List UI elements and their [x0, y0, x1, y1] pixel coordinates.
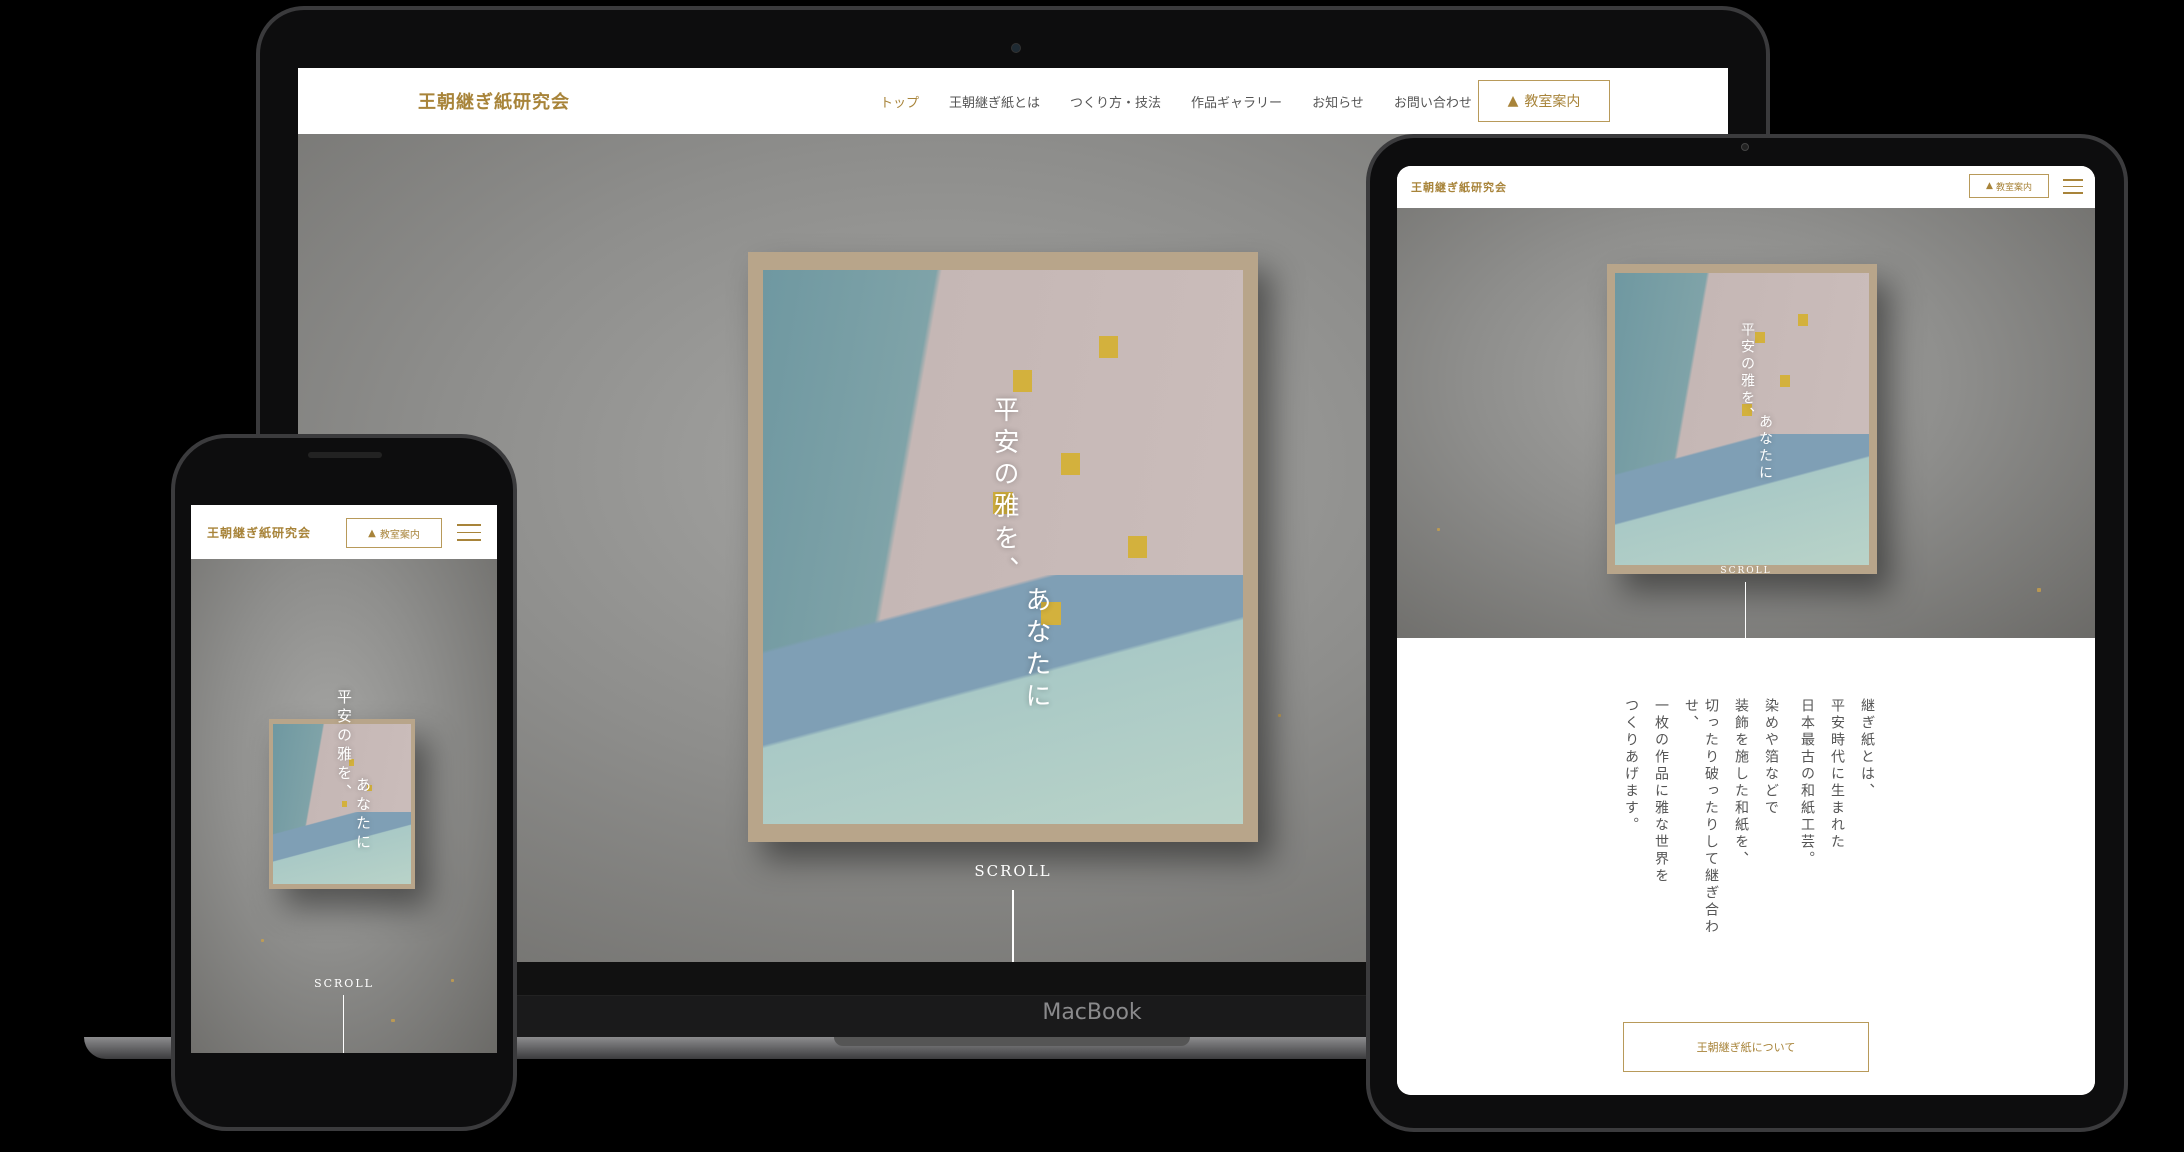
tablet-classroom-button[interactable]: ▲ 教室案内: [1969, 174, 2049, 198]
about-line-7: 一枚の作品に雅な世界を: [1653, 698, 1669, 885]
laptop-opening-notch: [834, 1037, 1190, 1046]
about-more-button-label: 王朝継ぎ紙について: [1696, 1041, 1796, 1054]
tablet-hero-section: 平安の雅を、 あなたに SCROLL: [1397, 208, 2095, 638]
building-icon: ▲: [1507, 93, 1519, 109]
phone-screen: 王朝継ぎ紙研究会 ▲ 教室案内 平安の雅を、 あなたに SCROLL: [191, 505, 497, 1053]
about-text: 継ぎ紙とは、 平安時代に生まれた 日本最古の和紙工芸。 染めや箔などで 装飾を施…: [1617, 698, 1877, 958]
site-logo[interactable]: 王朝継ぎ紙研究会: [418, 88, 570, 114]
about-more-button[interactable]: 王朝継ぎ紙について: [1623, 1022, 1869, 1072]
phone-scroll-indicator-line: [343, 995, 344, 1053]
phone-classroom-button-label: 教室案内: [379, 529, 420, 541]
laptop-camera: [1011, 43, 1021, 53]
tablet-classroom-button-label: 教室案内: [1995, 182, 2032, 193]
about-line-5: 装飾を施した和紙を、: [1733, 698, 1749, 868]
phone-site-logo[interactable]: 王朝継ぎ紙研究会: [207, 524, 311, 541]
about-line-3: 日本最古の和紙工芸。: [1799, 698, 1815, 868]
tablet-scroll-indicator-line: [1745, 582, 1746, 638]
nav-item-technique[interactable]: つくり方・技法: [1070, 92, 1161, 111]
phone-building-icon: ▲: [368, 527, 376, 539]
phone-hero-section: 平安の雅を、 あなたに SCROLL: [191, 559, 497, 1053]
phone-menu-icon[interactable]: [457, 524, 481, 541]
main-nav: トップ 王朝継ぎ紙とは つくり方・技法 作品ギャラリー お知らせ お問い合わせ: [880, 92, 1472, 111]
tablet-site-header: 王朝継ぎ紙研究会 ▲ 教室案内: [1397, 166, 2095, 208]
nav-item-news[interactable]: お知らせ: [1312, 92, 1364, 111]
about-line-2: 平安時代に生まれた: [1829, 698, 1845, 851]
tablet-building-icon: ▲: [1986, 181, 1993, 191]
about-line-1: 継ぎ紙とは、: [1859, 698, 1875, 800]
tablet-hero-tagline-1: 平安の雅を、: [1739, 322, 1755, 424]
nav-item-top[interactable]: トップ: [880, 92, 919, 111]
tablet-screen: 王朝継ぎ紙研究会 ▲ 教室案内 平安の雅を、 あなたに SCROLL 継ぎ紙とは…: [1397, 166, 2095, 1095]
tablet-scroll-indicator-label[interactable]: SCROLL: [1711, 566, 1781, 576]
about-line-4: 染めや箔などで: [1763, 698, 1779, 817]
classroom-button[interactable]: ▲ 教室案内: [1478, 80, 1610, 122]
classroom-button-label: 教室案内: [1524, 94, 1581, 110]
phone-scroll-indicator-label[interactable]: SCROLL: [304, 977, 384, 990]
site-header: 王朝継ぎ紙研究会 トップ 王朝継ぎ紙とは つくり方・技法 作品ギャラリー お知ら…: [298, 68, 1728, 134]
about-line-6: 切ったり破ったりして継ぎ合わせ、: [1683, 698, 1719, 936]
hero-tagline-2: あなたに: [1021, 586, 1051, 714]
scroll-indicator-label[interactable]: SCROLL: [963, 862, 1063, 880]
tablet-hero-tagline-2: あなたに: [1757, 414, 1773, 482]
phone-hero-tagline-2: あなたに: [354, 777, 372, 853]
about-line-8: つくりあげます。: [1623, 698, 1639, 834]
phone-hero-tagline-1: 平安の雅を、: [335, 689, 353, 803]
scroll-indicator-line: [1012, 890, 1014, 962]
about-section: 継ぎ紙とは、 平安時代に生まれた 日本最古の和紙工芸。 染めや箔などで 装飾を施…: [1397, 638, 2095, 1095]
hero-tagline-1: 平安の雅を、: [989, 396, 1019, 588]
tablet-menu-icon[interactable]: [2063, 179, 2083, 194]
tablet-site-logo[interactable]: 王朝継ぎ紙研究会: [1411, 179, 1507, 195]
tablet-camera: [1741, 143, 1749, 151]
nav-item-contact[interactable]: お問い合わせ: [1394, 92, 1472, 111]
nav-item-gallery[interactable]: 作品ギャラリー: [1191, 92, 1282, 111]
phone-classroom-button[interactable]: ▲ 教室案内: [346, 518, 442, 548]
phone-speaker: [308, 452, 382, 458]
phone-site-header: 王朝継ぎ紙研究会 ▲ 教室案内: [191, 505, 497, 559]
nav-item-about[interactable]: 王朝継ぎ紙とは: [949, 92, 1040, 111]
